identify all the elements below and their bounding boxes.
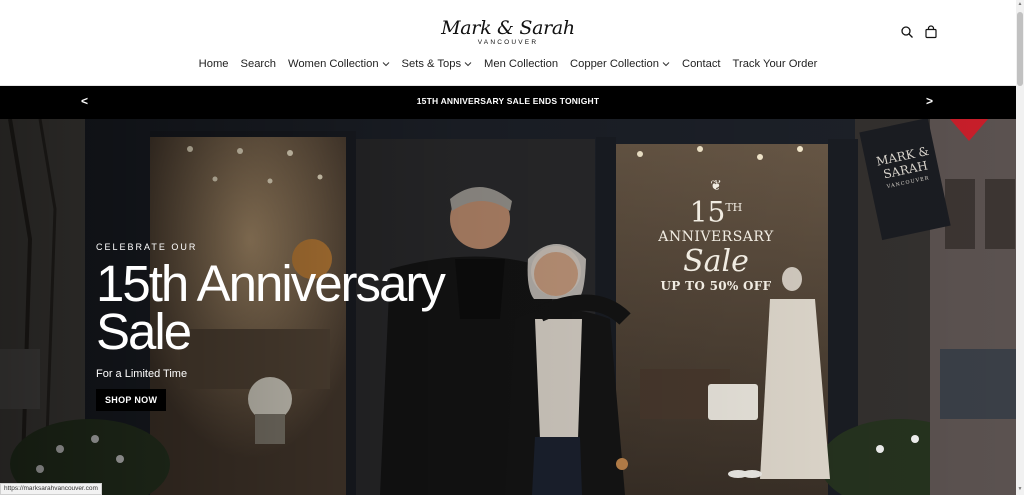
scroll-down-icon[interactable]: ▼	[1016, 486, 1024, 492]
chevron-down-icon	[662, 62, 670, 67]
hero-subline: For a Limited Time	[96, 368, 188, 380]
header-icons	[900, 25, 938, 39]
shop-now-button[interactable]: SHOP NOW	[96, 389, 167, 411]
window-sign-sup: TH	[725, 201, 743, 214]
brand-tagline: VANCOUVER	[477, 39, 539, 46]
status-url-tooltip: https://marksarahvancouver.com	[0, 483, 102, 495]
announcement-bar: < 15TH ANNIVERSARY SALE ENDS TONIGHT >	[0, 86, 1016, 119]
hero-headline: 15th Anniversary Sale	[96, 255, 446, 360]
chevron-down-icon	[382, 62, 389, 67]
hero-headline-line1: 15th Anniversary	[96, 255, 446, 312]
site-header: Mark & Sarah VANCOUVER Home Search Women…	[0, 0, 1016, 86]
announcement-next-button[interactable]: >	[926, 94, 933, 108]
nav-item-home[interactable]: Home	[199, 58, 229, 70]
nav-label: Copper Collection	[570, 58, 659, 70]
scroll-up-icon[interactable]: ▲	[1016, 1, 1024, 7]
nav-item-women-collection[interactable]: Women Collection	[288, 58, 390, 70]
window-sign-discount: UP TO 50% OFF	[660, 279, 772, 294]
hero-copy: CELEBRATE OUR 15th Anniversary Sale For …	[96, 242, 446, 411]
nav-item-track-order[interactable]: Track Your Order	[733, 58, 818, 70]
hero-banner: ❦ 15TH ANNIVERSARY Sale UP TO 50% OFF MA…	[0, 119, 1016, 495]
cart-icon[interactable]	[924, 25, 938, 39]
hero-headline-line2: Sale	[96, 303, 192, 360]
hero-eyebrow: CELEBRATE OUR	[96, 242, 198, 252]
nav-label: Home	[198, 58, 229, 70]
nav-label: Men Collection	[484, 58, 559, 70]
brand-name: Mark & Sarah	[441, 17, 575, 39]
chevron-down-icon	[464, 62, 472, 67]
nav-item-search[interactable]: Search	[241, 58, 276, 70]
announcement-text: 15TH ANNIVERSARY SALE ENDS TONIGHT	[416, 96, 600, 106]
main-nav: Home Search Women Collection Sets & Tops…	[0, 58, 1016, 70]
page-scrollbar[interactable]: ▲ ▼	[1016, 0, 1024, 495]
search-icon[interactable]	[900, 25, 914, 39]
nav-label: Women Collection	[287, 58, 379, 70]
nav-label: Search	[240, 58, 276, 70]
nav-label: Track Your Order	[732, 58, 818, 70]
nav-label: Sets & Tops	[401, 58, 462, 70]
window-sign-anniversary: ANNIVERSARY	[658, 229, 774, 246]
window-sign-sale: Sale	[683, 244, 749, 280]
nav-label: Contact	[681, 58, 721, 70]
scrollbar-thumb[interactable]	[1017, 12, 1023, 86]
nav-item-copper-collection[interactable]: Copper Collection	[570, 58, 670, 70]
window-sign-number: 15TH	[689, 195, 743, 229]
window-sign: ❦ 15TH ANNIVERSARY Sale UP TO 50% OFF	[646, 179, 786, 293]
nav-item-men-collection[interactable]: Men Collection	[484, 58, 558, 70]
nav-item-contact[interactable]: Contact	[682, 58, 721, 70]
brand-logo[interactable]: Mark & Sarah VANCOUVER	[440, 18, 576, 47]
laurel-icon: ❦	[710, 178, 722, 194]
nav-item-sets-tops[interactable]: Sets & Tops	[402, 58, 473, 70]
